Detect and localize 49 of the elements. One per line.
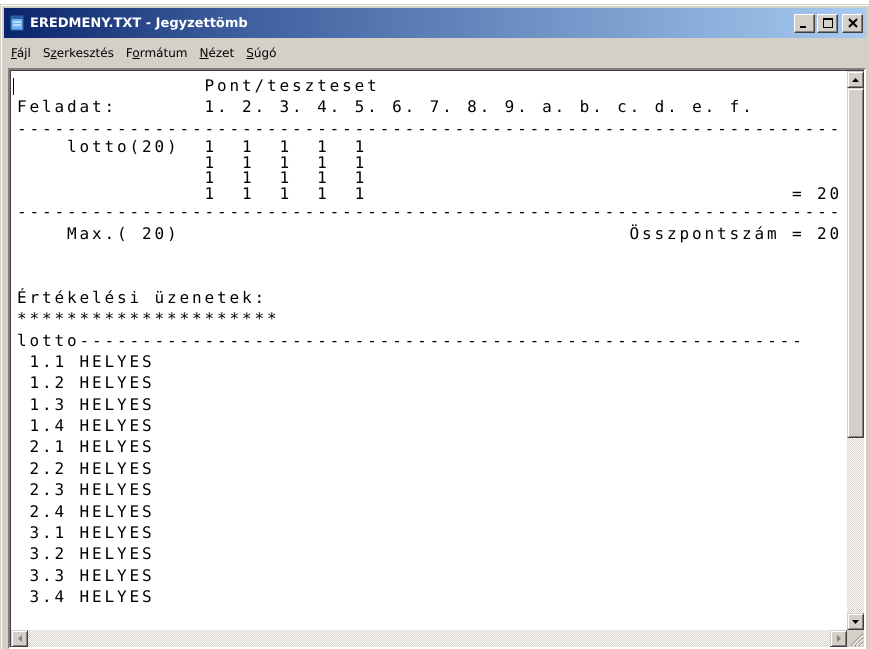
text-line: 3.4 HELYES	[28, 586, 155, 608]
scroll-down-button[interactable]	[847, 613, 864, 630]
scrollbar-thumb[interactable]	[847, 88, 864, 438]
minimize-button[interactable]	[794, 14, 815, 32]
close-button[interactable]	[842, 14, 863, 32]
scroll-right-button[interactable]	[830, 630, 847, 647]
minimize-icon	[800, 26, 806, 28]
down-arrow-icon	[852, 620, 859, 624]
text-line: Max.( 20)	[66, 222, 180, 244]
window-title: EREDMENY.TXT - Jegyzettömb	[30, 16, 249, 30]
text-line: Feladat: 1. 2. 3. 4. 5. 6. 7. 8. 9. a. b. c. d. e. f.	[17, 96, 755, 118]
text-line: 1 1 1 1 1	[204, 154, 368, 170]
text-line: 1.4 HELYES	[28, 415, 155, 436]
text-line: 2.1 HELYES	[28, 436, 155, 458]
text-line: 2.2 HELYES	[28, 458, 155, 480]
text-line: 1.2 HELYES	[28, 372, 155, 394]
text-line: lotto(20) 1 1 1 1 1	[66, 139, 368, 155]
menu-item[interactable]: Nézet	[194, 44, 240, 62]
text-line: 1.3 HELYES	[28, 394, 155, 416]
menu-item[interactable]: Fájl	[5, 44, 37, 62]
scroll-left-button[interactable]	[11, 630, 28, 647]
text-line: Értékelési üzenetek:	[17, 286, 268, 308]
text-cursor	[13, 78, 14, 95]
dashed-rule-text: ------------------------------------------------------------------	[17, 201, 842, 223]
maximize-icon	[822, 18, 832, 28]
menu-item[interactable]: Súgó	[240, 44, 282, 62]
text-line: Pont/teszteset	[204, 75, 380, 96]
text-line: 2.4 HELYES	[28, 500, 155, 522]
text-line: lotto----------------------------------------------------------	[17, 330, 805, 351]
right-arrow-icon	[836, 635, 840, 642]
text-line: 1 1 1 1 1	[204, 186, 368, 202]
up-arrow-icon	[852, 78, 859, 82]
close-icon	[848, 18, 858, 28]
left-arrow-icon	[18, 635, 22, 642]
text-line: 2.3 HELYES	[28, 479, 155, 501]
maximize-button[interactable]	[817, 14, 838, 32]
text-line: *********************	[17, 308, 280, 330]
score-total: Összpontszám = 20	[629, 222, 842, 244]
score-total: = 20	[792, 186, 842, 202]
text-line: 1.1 HELYES	[28, 350, 155, 372]
notepad-icon	[9, 15, 25, 31]
text-line: 3.3 HELYES	[28, 564, 155, 586]
text-line: 1 1 1 1 1	[204, 170, 368, 186]
menu-item[interactable]: Formátum	[120, 44, 194, 62]
scroll-up-button[interactable]	[847, 71, 864, 88]
dashed-rule-text: ------------------------------------------------------------------	[17, 118, 842, 140]
menu-item[interactable]: Szerkesztés	[36, 44, 120, 62]
text-line: 3.2 HELYES	[28, 543, 155, 565]
text-line: 3.1 HELYES	[28, 522, 155, 544]
